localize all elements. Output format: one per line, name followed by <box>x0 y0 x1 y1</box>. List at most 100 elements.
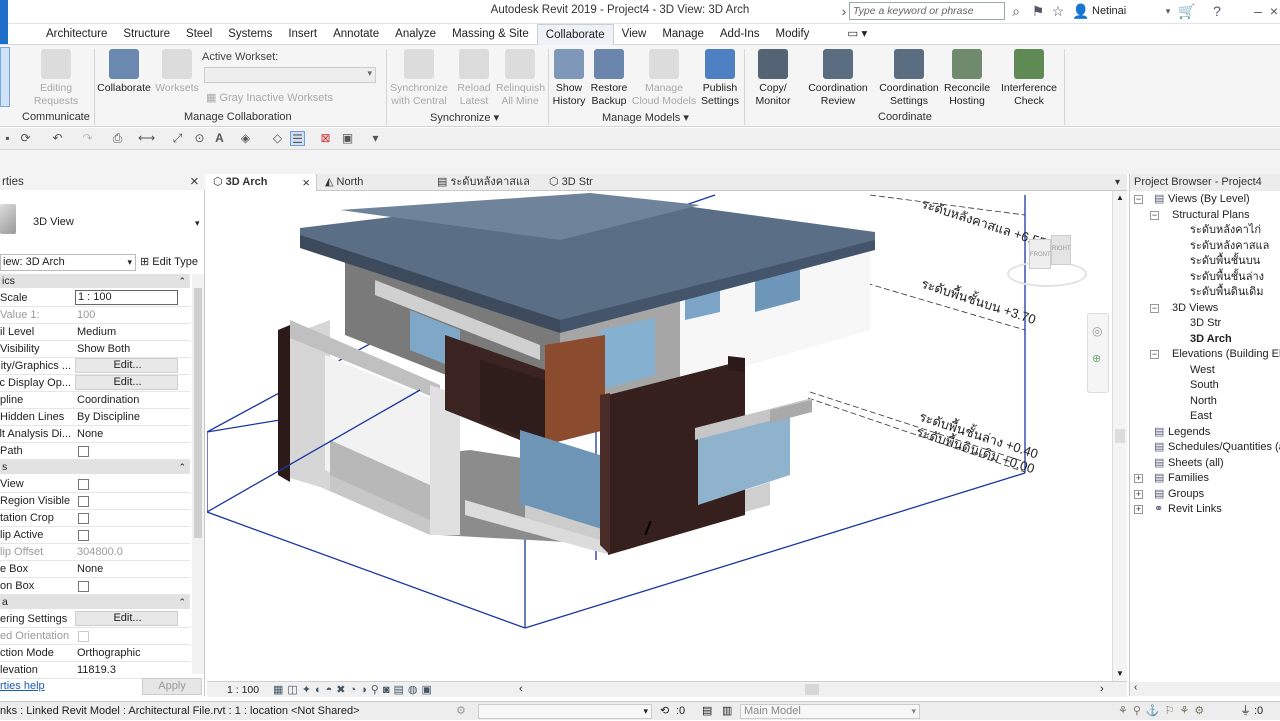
property-value[interactable]: None <box>75 426 178 442</box>
zoom-icon[interactable]: ⊕ <box>1092 352 1101 365</box>
edit-type-button[interactable]: ⊞ Edit Type <box>140 255 198 268</box>
checkbox[interactable] <box>78 495 89 507</box>
collaborate-button[interactable]: Collaborate <box>96 49 152 95</box>
collapse-icon[interactable]: ⌃ <box>178 274 186 288</box>
expand-icon[interactable]: + <box>1134 474 1143 483</box>
chevron-left-icon[interactable]: ‹ <box>1134 682 1137 693</box>
browser-item[interactable]: ระดับหลังคาสแล <box>1190 239 1269 254</box>
browser-item[interactable]: 3D Views <box>1172 301 1218 316</box>
tab-3d-str[interactable]: ⬡ 3D Str <box>549 174 593 191</box>
worksets-button[interactable]: Worksets <box>154 49 200 95</box>
sync-central-button[interactable]: Synchronize with Central <box>388 49 450 108</box>
tab-roof-plan[interactable]: ▤ ระดับหลังคาสแล <box>437 174 530 191</box>
browser-item[interactable]: ระดับพื้นชั้นบน <box>1190 254 1260 269</box>
scroll-up-icon[interactable]: ▲ <box>1116 193 1124 202</box>
close-hidden-icon[interactable]: ⊠ <box>318 131 333 146</box>
close-icon[interactable]: × <box>1266 3 1280 19</box>
ribbon-tab-view[interactable]: View <box>614 24 655 45</box>
star-icon[interactable]: ☆ <box>1050 3 1066 19</box>
property-checkbox[interactable] <box>75 628 178 644</box>
redo-icon[interactable]: ↷ <box>80 131 95 146</box>
browser-horizontal-scrollbar[interactable]: ‹ <box>1130 682 1280 696</box>
section-icon[interactable]: ◇ <box>270 131 285 146</box>
selection-filter-icons[interactable]: ⚘⚲⚓⚐⚘⚙ <box>1118 702 1209 721</box>
reconcile-hosting-button[interactable]: Reconcile Hosting <box>942 49 992 108</box>
chevron-down-icon[interactable]: ▾ <box>1160 3 1176 19</box>
subscription-icon[interactable]: ⚑ <box>1030 3 1046 19</box>
property-edit-button[interactable]: Edit... <box>75 611 178 626</box>
panel-synchronize-title[interactable]: Synchronize ▾ <box>430 111 499 124</box>
design-options-icon-2[interactable]: ▥ <box>722 702 732 721</box>
relinquish-button[interactable]: Relinquish All Mine <box>496 49 545 108</box>
modify-button-edge[interactable] <box>0 47 10 107</box>
contextual-tab-icon[interactable]: ▭ ▾ <box>839 24 875 45</box>
3d-view-icon[interactable]: ◈ <box>238 131 253 146</box>
app-button-edge[interactable] <box>0 24 8 44</box>
chevron-left-icon[interactable]: ‹ <box>519 683 523 695</box>
property-checkbox[interactable] <box>75 493 178 509</box>
property-value[interactable]: 1 : 100 <box>75 290 178 305</box>
panel-manage-models-title[interactable]: Manage Models ▾ <box>602 111 689 124</box>
ribbon-tab-structure[interactable]: Structure <box>115 24 178 45</box>
show-history-button[interactable]: Show History <box>550 49 588 108</box>
property-checkbox[interactable] <box>75 578 178 594</box>
checkbox[interactable] <box>78 630 89 642</box>
apply-button[interactable]: Apply <box>142 678 202 695</box>
user-icon[interactable]: 👤 <box>1072 3 1089 19</box>
browser-item[interactable]: North <box>1190 394 1217 409</box>
property-value[interactable]: Medium <box>75 324 178 340</box>
help-search-input[interactable]: Type a keyword or phrase <box>849 2 1005 20</box>
coordination-settings-button[interactable]: Coordination Settings <box>874 49 944 108</box>
ribbon-tab-collaborate[interactable]: Collaborate <box>536 24 614 45</box>
browser-item[interactable]: East <box>1190 409 1212 424</box>
undo-icon[interactable]: ↶ <box>50 131 65 146</box>
browser-item[interactable]: Structural Plans <box>1172 208 1250 223</box>
checkbox[interactable] <box>78 478 89 490</box>
tab-north[interactable]: ◭ North <box>325 174 363 191</box>
binoculars-icon[interactable]: ⌕ <box>1008 3 1024 19</box>
browser-item[interactable]: Legends <box>1168 425 1210 440</box>
collapse-icon[interactable]: ⌃ <box>178 595 186 609</box>
copy-monitor-button[interactable]: Copy/ Monitor <box>746 49 800 108</box>
properties-scrollbar[interactable] <box>192 274 204 674</box>
collapse-icon[interactable]: − <box>1150 210 1159 220</box>
browser-item[interactable]: Sheets (all) <box>1168 456 1224 471</box>
active-workset-select[interactable]: ▾ <box>204 67 376 83</box>
navigation-bar[interactable]: ◎ ⊕ <box>1087 313 1109 393</box>
browser-item[interactable]: Views (By Level) <box>1168 192 1250 207</box>
collapse-icon[interactable]: − <box>1134 195 1143 204</box>
browser-item[interactable]: 3D Str <box>1190 316 1221 331</box>
ribbon-tab-systems[interactable]: Systems <box>220 24 280 45</box>
view-cube-right[interactable]: RIGHT <box>1051 235 1071 265</box>
switch-windows-icon[interactable]: ▣ <box>340 131 355 146</box>
collapse-icon[interactable]: − <box>1150 303 1159 313</box>
properties-group-header[interactable]: s ⌃ <box>0 460 190 474</box>
browser-item[interactable]: Groups <box>1168 487 1204 502</box>
browser-item[interactable]: South <box>1190 378 1219 393</box>
property-checkbox[interactable] <box>75 527 178 543</box>
thin-lines-icon[interactable]: ☰ <box>290 131 305 146</box>
ribbon-tab-manage[interactable]: Manage <box>654 24 712 45</box>
ribbon-tab-steel[interactable]: Steel <box>178 24 220 45</box>
coordination-review-button[interactable]: Coordination Review <box>804 49 872 108</box>
browser-item[interactable]: ระดับหลังคาไก่ <box>1190 223 1261 238</box>
property-edit-button[interactable]: Edit... <box>75 375 178 390</box>
property-value[interactable]: Orthographic <box>75 645 178 661</box>
ribbon-tab-massing-site[interactable]: Massing & Site <box>444 24 537 45</box>
properties-group-header[interactable]: ics ⌃ <box>0 274 190 288</box>
active-workset-status-select[interactable]: ▾ <box>478 704 652 719</box>
properties-group-header[interactable]: a ⌃ <box>0 595 190 609</box>
ribbon-tab-architecture[interactable]: Architecture <box>38 24 115 45</box>
property-value[interactable]: Show Both <box>75 341 178 357</box>
user-name[interactable]: Netinai <box>1092 5 1126 17</box>
text-icon[interactable]: A <box>212 131 227 146</box>
ribbon-tab-analyze[interactable]: Analyze <box>387 24 444 45</box>
scroll-down-icon[interactable]: ▼ <box>1116 669 1124 678</box>
browser-item[interactable]: ระดับพื้นชั้นล่าง <box>1190 270 1264 285</box>
checkbox[interactable] <box>78 529 89 541</box>
property-checkbox[interactable] <box>75 510 178 526</box>
checkbox[interactable] <box>78 512 89 524</box>
viewport-vertical-scrollbar[interactable]: ▲ ▼ <box>1112 191 1127 681</box>
collapse-icon[interactable]: ⌃ <box>178 460 186 474</box>
tag-icon[interactable]: ⊙ <box>192 131 207 146</box>
